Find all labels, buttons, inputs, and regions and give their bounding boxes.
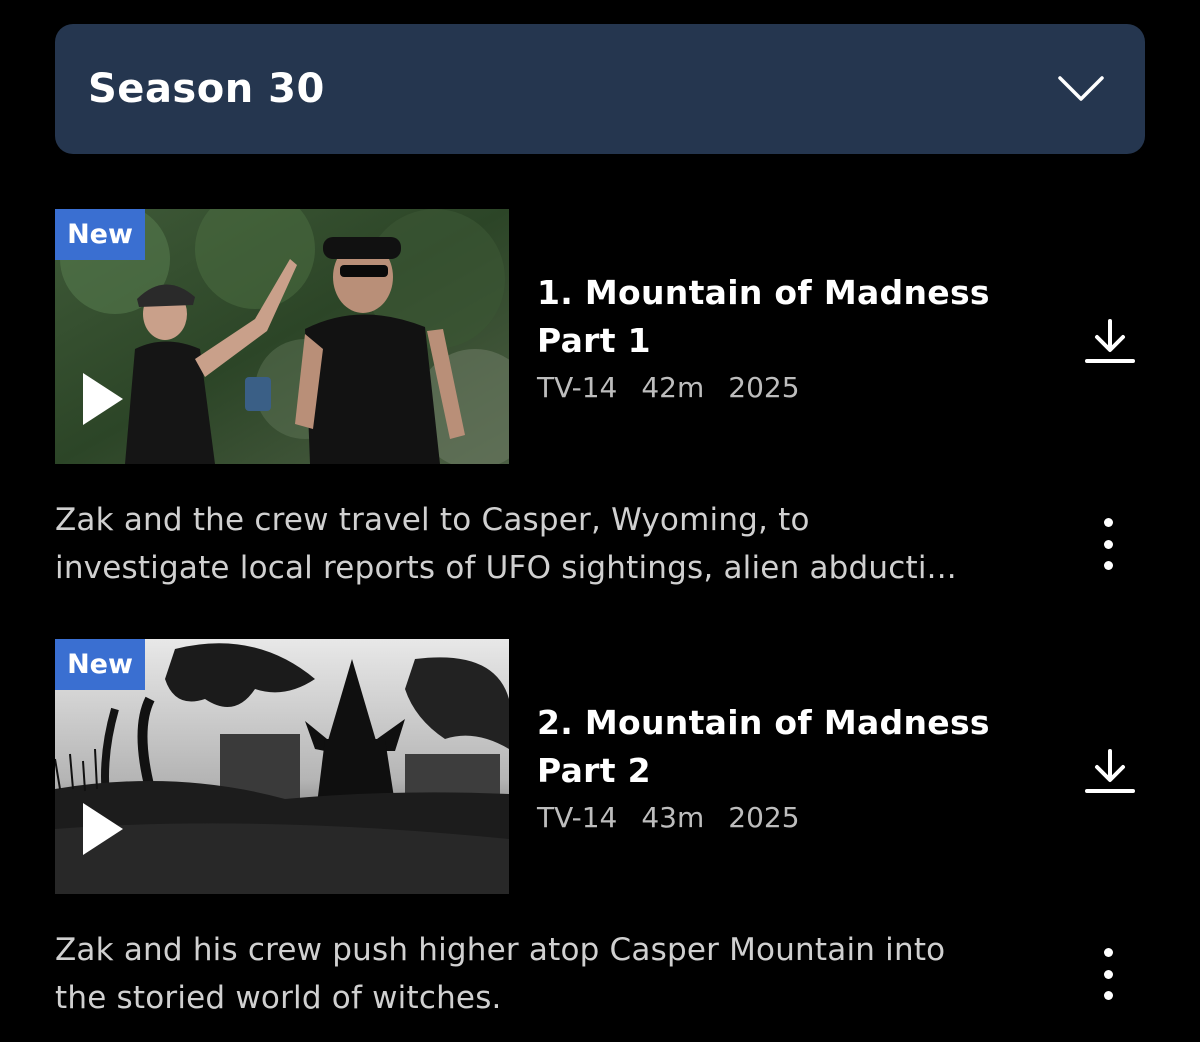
season-dropdown[interactable]: Season 30: [55, 24, 1145, 154]
more-vertical-icon[interactable]: [1097, 514, 1119, 574]
episode-meta: TV-14 42m 2025: [537, 371, 1017, 404]
chevron-down-icon: [1058, 76, 1104, 101]
episode-description: Zak and the crew travel to Casper, Wyomi…: [55, 496, 1035, 592]
episode-rating: TV-14: [537, 801, 618, 834]
episode-meta: TV-14 43m 2025: [537, 801, 1017, 834]
more-vertical-icon[interactable]: [1097, 944, 1119, 1004]
episode-thumbnail[interactable]: New: [55, 209, 509, 464]
episode-description-line: the storied world of witches.: [55, 980, 502, 1016]
new-badge: New: [55, 639, 145, 690]
episode-title-part: Part 2: [537, 751, 651, 790]
episode-duration: 43m: [641, 801, 705, 834]
episode-rating: TV-14: [537, 371, 618, 404]
new-badge: New: [55, 209, 145, 260]
episode-info: 1. Mountain of Madness Part 1 TV-14 42m …: [537, 269, 1017, 404]
episode-description-line: Zak and the crew travel to Casper, Wyomi…: [55, 502, 810, 538]
episode-year: 2025: [728, 371, 800, 404]
download-icon[interactable]: [1085, 319, 1135, 365]
episode-description: Zak and his crew push higher atop Casper…: [55, 926, 1035, 1022]
episode-year: 2025: [728, 801, 800, 834]
episode-duration: 42m: [641, 371, 705, 404]
episode-info: 2. Mountain of Madness Part 2 TV-14 43m …: [537, 699, 1017, 834]
episode-thumbnail[interactable]: New: [55, 639, 509, 894]
download-icon[interactable]: [1085, 749, 1135, 795]
season-label: Season 30: [88, 66, 325, 112]
episode-title: 2. Mountain of Madness: [537, 703, 990, 742]
play-icon: [83, 803, 123, 855]
episode-description-line: Zak and his crew push higher atop Casper…: [55, 932, 946, 968]
episode-title: 1. Mountain of Madness: [537, 273, 990, 312]
episode-description-line: investigate local reports of UFO sightin…: [55, 550, 957, 586]
episode-title-part: Part 1: [537, 321, 651, 360]
play-icon: [83, 373, 123, 425]
